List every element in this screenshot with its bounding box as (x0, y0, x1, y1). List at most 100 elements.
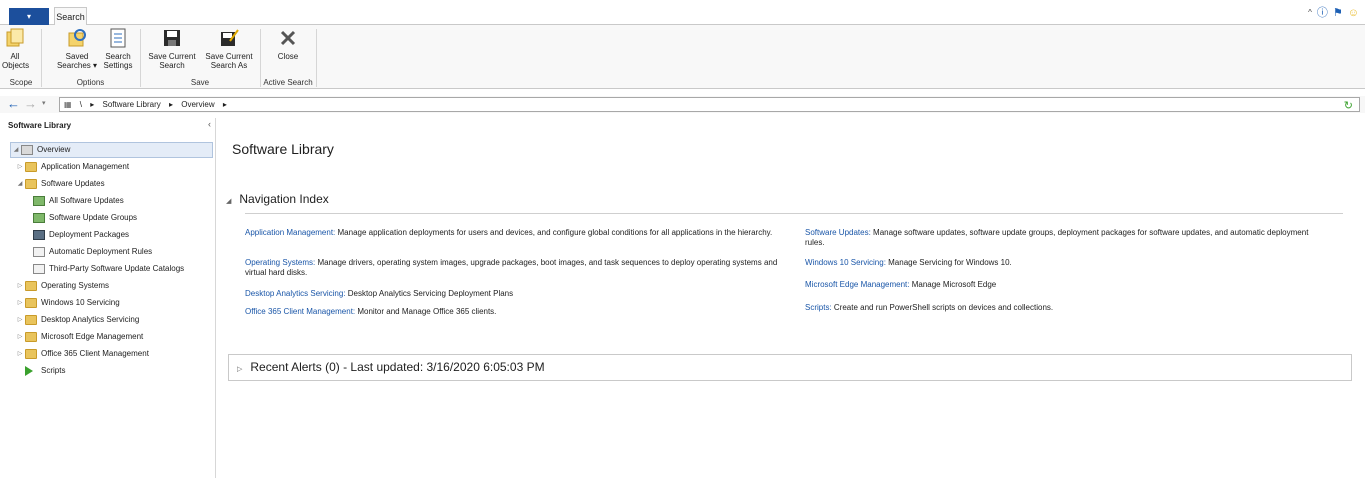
saved-searches-icon (68, 29, 86, 47)
nav-entry-office-365-client-management: Office 365 Client Management: Monitor an… (245, 307, 497, 316)
folder-icon (25, 281, 37, 291)
collapse-arrow-icon[interactable]: ◢ (15, 176, 25, 192)
link-software-updates[interactable]: Software Updates: (805, 228, 871, 237)
close-icon (280, 30, 296, 46)
nav-entry-scripts: Scripts: Create and run PowerShell scrip… (805, 303, 1054, 312)
navigation-pane-title: Software Library (8, 121, 72, 130)
nav-entry-application-management: Application Management: Manage applicati… (245, 228, 773, 237)
group-scope-label: Scope (9, 78, 33, 87)
link-microsoft-edge-management[interactable]: Microsoft Edge Management: (805, 280, 910, 289)
search-settings-button[interactable]: Search Settings (100, 27, 136, 70)
link-desktop-analytics-servicing[interactable]: Desktop Analytics Servicing: (245, 289, 346, 298)
save-current-search-as-button[interactable]: Save Current Search As (203, 27, 255, 70)
nav-entry-windows-10-servicing: Windows 10 Servicing: Manage Servicing f… (805, 258, 1012, 267)
breadcrumb-separator-icon: ▸ (222, 100, 227, 109)
expand-arrow-icon[interactable]: ▷ (15, 278, 25, 294)
expand-arrow-icon[interactable]: ▷ (15, 295, 25, 311)
page-title: Software Library (232, 141, 334, 157)
catalog-icon (33, 264, 45, 274)
nav-item-desktop-analytics-servicing[interactable]: ▷ Desktop Analytics Servicing (15, 312, 139, 328)
folder-icon (25, 332, 37, 342)
breadcrumb-overview[interactable]: Overview (181, 98, 214, 111)
tab-search[interactable]: Search (54, 7, 87, 26)
save-as-icon (221, 29, 239, 46)
group-options-label: Options (76, 78, 105, 87)
software-updates-icon (33, 196, 45, 206)
expand-section-icon[interactable]: ▷ (237, 366, 242, 373)
nav-item-deployment-packages[interactable]: Deployment Packages (33, 227, 129, 243)
nav-entry-microsoft-edge-management: Microsoft Edge Management: Manage Micros… (805, 280, 997, 289)
nav-item-microsoft-edge-management[interactable]: ▷ Microsoft Edge Management (15, 329, 143, 345)
main-content: Software Library ◢ Navigation Index Appli… (216, 114, 1365, 478)
nav-item-application-management[interactable]: ▷ Application Management (15, 159, 129, 175)
collapse-section-icon[interactable]: ◢ (226, 198, 231, 205)
all-objects-icon (6, 28, 24, 47)
nav-item-all-software-updates[interactable]: All Software Updates (33, 193, 124, 209)
overview-icon (21, 145, 33, 155)
ribbon: All Objects Saved Searches ▾ Search Sett… (0, 25, 1365, 89)
package-icon (33, 230, 45, 240)
collapse-pane-icon[interactable]: ‹ (208, 119, 211, 129)
link-application-management[interactable]: Application Management: (245, 228, 335, 237)
nav-item-operating-systems[interactable]: ▷ Operating Systems (15, 278, 109, 294)
recent-alerts-section[interactable]: ▷ Recent Alerts (0) - Last updated: 3/16/… (228, 354, 1352, 381)
nav-item-software-update-groups[interactable]: Software Update Groups (33, 210, 137, 226)
nav-entry-desktop-analytics-servicing: Desktop Analytics Servicing: Desktop Ana… (245, 289, 514, 298)
nav-item-automatic-deployment-rules[interactable]: Automatic Deployment Rules (33, 244, 152, 260)
play-icon (25, 366, 33, 376)
history-dropdown-icon[interactable]: ▾ (42, 96, 46, 112)
recent-alerts-label: Recent Alerts (0) - Last updated: 3/16/2… (250, 360, 545, 374)
expand-arrow-icon[interactable]: ▷ (15, 159, 25, 175)
update-groups-icon (33, 213, 45, 223)
help-icon[interactable]: ⓘ (1317, 5, 1328, 21)
back-arrow-icon[interactable]: ← (7, 96, 20, 112)
saved-searches-button[interactable]: Saved Searches ▾ (55, 27, 99, 70)
collapse-arrow-icon[interactable]: ◢ (11, 142, 21, 158)
ribbon-separator (316, 29, 317, 87)
link-operating-systems[interactable]: Operating Systems: (245, 258, 315, 267)
save-icon (164, 30, 180, 46)
group-active-search-label: Active Search (263, 78, 313, 87)
expand-arrow-icon[interactable]: ▷ (15, 329, 25, 345)
link-windows-10-servicing[interactable]: Windows 10 Servicing: (805, 258, 886, 267)
console-root-icon: ▦ (64, 100, 72, 109)
feedback-flag-icon[interactable]: ⚑ (1333, 5, 1343, 21)
folder-icon (25, 349, 37, 359)
group-save-label: Save (190, 78, 210, 87)
folder-icon (25, 298, 37, 308)
save-current-search-button[interactable]: Save Current Search (146, 27, 198, 70)
navigation-pane: Software Library ‹ ◢ Overview ▷ Applicat… (5, 118, 216, 478)
folder-icon (25, 179, 37, 189)
breadcrumb-separator-icon: ▸ (169, 100, 174, 109)
smiley-icon[interactable]: ☺ (1348, 5, 1359, 21)
nav-item-software-updates[interactable]: ◢ Software Updates (15, 176, 105, 192)
close-search-button[interactable]: Close (268, 27, 308, 61)
address-bar: ← → ▾ ▦ \ ▸ Software Library ▸ Overview … (0, 96, 1365, 113)
app-menu-button[interactable]: ▾ (9, 8, 49, 25)
link-scripts[interactable]: Scripts: (805, 303, 832, 312)
forward-arrow-icon[interactable]: → (24, 96, 37, 112)
expand-arrow-icon[interactable]: ▷ (15, 346, 25, 362)
breadcrumb-root[interactable]: \ (80, 98, 82, 111)
refresh-icon[interactable]: ↻ (1344, 98, 1353, 114)
folder-icon (25, 162, 37, 172)
nav-item-scripts[interactable]: Scripts (25, 363, 65, 379)
navigation-index-header[interactable]: ◢ Navigation Index (226, 192, 329, 206)
link-office-365-client-management[interactable]: Office 365 Client Management: (245, 307, 355, 316)
breadcrumb-software-library[interactable]: Software Library (103, 98, 161, 111)
all-objects-button[interactable]: All Objects (2, 27, 29, 70)
nav-item-windows-10-servicing[interactable]: ▷ Windows 10 Servicing (15, 295, 120, 311)
minimize-ribbon-icon[interactable]: ^ (1308, 5, 1312, 21)
rules-icon (33, 247, 45, 257)
nav-item-third-party-catalogs[interactable]: Third-Party Software Update Catalogs (33, 261, 184, 277)
title-bar-icons: ^ ⓘ ⚑ ☺ (1308, 5, 1359, 21)
nav-item-office-365-client-management[interactable]: ▷ Office 365 Client Management (15, 346, 149, 362)
breadcrumb[interactable]: ▦ \ ▸ Software Library ▸ Overview ▸ ↻ (59, 97, 1360, 112)
nav-entry-operating-systems: Operating Systems: Manage drivers, opera… (245, 258, 778, 277)
ribbon-tab-strip: ▾ Search ^ ⓘ ⚑ ☺ (0, 0, 1365, 26)
search-settings-icon (110, 28, 126, 48)
expand-arrow-icon[interactable]: ▷ (15, 312, 25, 328)
section-divider (245, 213, 1343, 214)
nav-item-overview[interactable]: ◢ Overview (10, 142, 213, 158)
nav-entry-software-updates: Software Updates: Manage software update… (805, 228, 1309, 247)
